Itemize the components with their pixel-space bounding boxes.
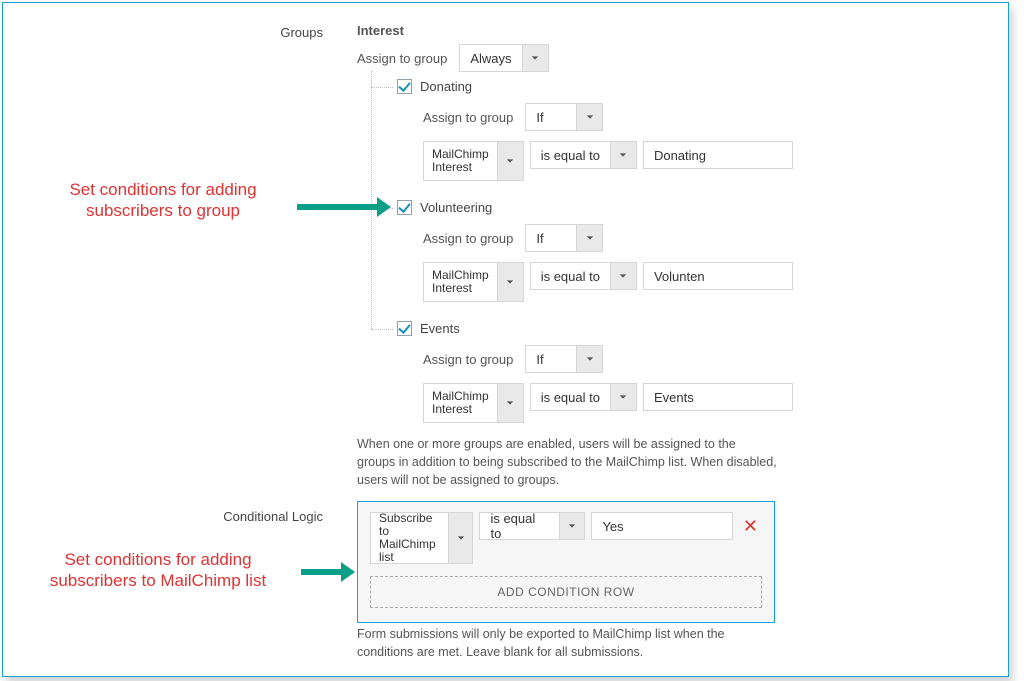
cond-op-value: is equal to — [480, 513, 558, 539]
assign-top-value: Always — [460, 45, 521, 71]
annotation-list-arrow — [301, 569, 341, 575]
events-op-value: is equal to — [531, 384, 610, 410]
groups-description: When one or more groups are enabled, use… — [357, 435, 777, 489]
cond-value-input[interactable]: Yes — [591, 512, 732, 540]
volunteering-field-value: MailChimp Interest — [424, 263, 497, 301]
caret-icon[interactable] — [610, 263, 636, 289]
cond-field-select[interactable]: Subscribe to MailChimp list — [370, 512, 473, 564]
caret-icon[interactable] — [448, 513, 472, 563]
donating-op-value: is equal to — [531, 142, 610, 168]
donating-field-select[interactable]: MailChimp Interest — [423, 141, 524, 181]
events-checkbox[interactable] — [397, 321, 412, 336]
tree-line-v — [371, 71, 372, 329]
events-field-select[interactable]: MailChimp Interest — [423, 383, 524, 423]
donating-value-input[interactable]: Donating — [643, 141, 793, 169]
events-value-input[interactable]: Events — [643, 383, 793, 411]
annotation-group: Set conditions for adding subscribers to… — [33, 179, 293, 222]
donating-checkbox[interactable] — [397, 79, 412, 94]
events-label: Events — [420, 321, 460, 336]
volunteering-assign-label: Assign to group — [423, 231, 513, 246]
caret-icon[interactable] — [610, 384, 636, 410]
events-assign-value: If — [526, 346, 576, 372]
donating-assign-label: Assign to group — [423, 110, 513, 125]
caret-icon[interactable] — [497, 384, 523, 422]
donating-field-value: MailChimp Interest — [424, 142, 497, 180]
tree-line-h3 — [371, 329, 393, 330]
caret-icon[interactable] — [497, 263, 523, 301]
volunteering-op-value: is equal to — [531, 263, 610, 289]
remove-condition-icon[interactable]: ✕ — [739, 512, 762, 537]
cond-op-select[interactable]: is equal to — [479, 512, 585, 540]
donating-assign-select[interactable]: If — [525, 103, 603, 131]
caret-icon[interactable] — [576, 104, 602, 130]
caret-icon[interactable] — [576, 225, 602, 251]
volunteering-op-select[interactable]: is equal to — [530, 262, 637, 290]
caret-icon[interactable] — [610, 142, 636, 168]
conditional-logic-description: Form submissions will only be exported t… — [357, 625, 777, 661]
donating-assign-value: If — [526, 104, 576, 130]
events-op-select[interactable]: is equal to — [530, 383, 637, 411]
caret-icon[interactable] — [576, 346, 602, 372]
annotation-list: Set conditions for adding subscribers to… — [18, 549, 298, 592]
assign-top-select[interactable]: Always — [459, 44, 548, 72]
add-condition-row-button[interactable]: ADD CONDITION ROW — [370, 576, 762, 608]
events-assign-label: Assign to group — [423, 352, 513, 367]
annotation-group-arrow — [297, 204, 377, 210]
volunteering-value-input[interactable]: Volunten — [643, 262, 793, 290]
conditional-logic-section-label: Conditional Logic — [203, 509, 323, 524]
volunteering-checkbox[interactable] — [397, 200, 412, 215]
caret-icon[interactable] — [559, 513, 585, 539]
groups-section-label: Groups — [213, 25, 323, 40]
volunteering-assign-value: If — [526, 225, 576, 251]
volunteering-assign-select[interactable]: If — [525, 224, 603, 252]
donating-op-select[interactable]: is equal to — [530, 141, 637, 169]
volunteering-field-select[interactable]: MailChimp Interest — [423, 262, 524, 302]
conditional-logic-panel: Subscribe to MailChimp list is equal to … — [357, 501, 775, 623]
assign-top-caret[interactable] — [522, 45, 548, 71]
assign-to-group-label-top: Assign to group — [357, 51, 447, 66]
caret-icon[interactable] — [497, 142, 523, 180]
volunteering-label: Volunteering — [420, 200, 492, 215]
cond-field-value: Subscribe to MailChimp list — [371, 513, 448, 563]
interest-heading: Interest — [357, 23, 404, 38]
donating-label: Donating — [420, 79, 472, 94]
events-assign-select[interactable]: If — [525, 345, 603, 373]
tree-line-h1 — [371, 87, 393, 88]
events-field-value: MailChimp Interest — [424, 384, 497, 422]
